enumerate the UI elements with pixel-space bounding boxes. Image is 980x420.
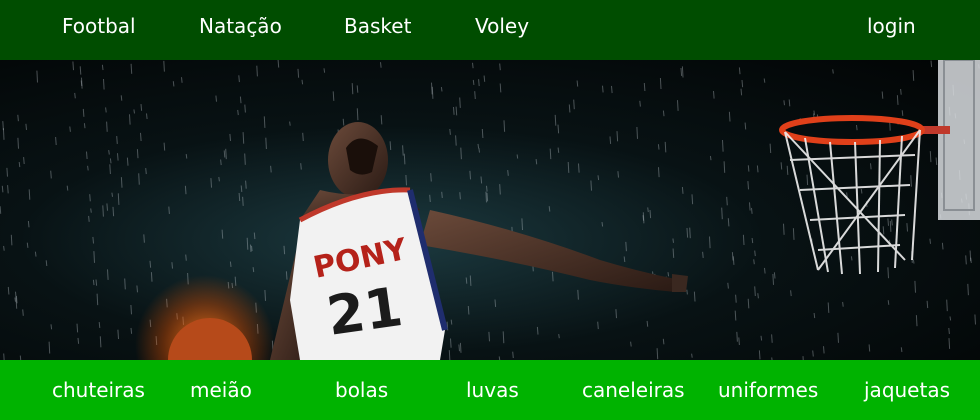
category-luvas[interactable]: luvas xyxy=(466,378,519,402)
nav-item-natacao[interactable]: Natação xyxy=(199,14,282,38)
nav-item-basket[interactable]: Basket xyxy=(344,14,411,38)
category-bolas[interactable]: bolas xyxy=(335,378,388,402)
basketball-hoop xyxy=(779,60,980,275)
hero-banner: PONY 21 xyxy=(0,60,980,360)
category-jaquetas[interactable]: jaquetas xyxy=(864,378,950,402)
hero-illustration: PONY 21 xyxy=(0,60,980,360)
category-nav-bar: chuteiras meião bolas luvas caneleiras u… xyxy=(0,360,980,420)
top-nav-bar: Footbal Natação Basket Voley login xyxy=(0,0,980,60)
jersey-number: 21 xyxy=(323,275,406,348)
nav-item-voley[interactable]: Voley xyxy=(475,14,529,38)
player-figure: PONY 21 xyxy=(270,122,688,360)
category-uniformes[interactable]: uniformes xyxy=(718,378,818,402)
category-chuteiras[interactable]: chuteiras xyxy=(52,378,145,402)
login-link[interactable]: login xyxy=(867,14,916,38)
nav-item-footbal[interactable]: Footbal xyxy=(62,14,136,38)
category-caneleiras[interactable]: caneleiras xyxy=(582,378,685,402)
category-meiao[interactable]: meião xyxy=(190,378,252,402)
